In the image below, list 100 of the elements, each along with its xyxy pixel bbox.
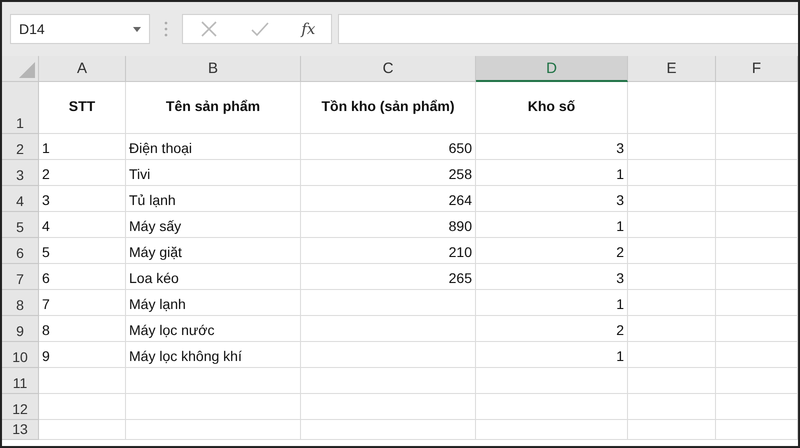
table-cell[interactable]: 4	[39, 212, 126, 238]
cancel-icon[interactable]	[198, 19, 219, 39]
name-box[interactable]: D14	[10, 14, 150, 44]
table-cell[interactable]: 2	[476, 238, 628, 264]
table-cell[interactable]: Máy lọc không khí	[126, 342, 301, 368]
column-header[interactable]: D	[476, 56, 628, 82]
row-header[interactable]: 2	[2, 134, 39, 160]
table-cell[interactable]: 265	[301, 264, 476, 290]
row-header[interactable]: 1	[2, 82, 39, 134]
table-cell[interactable]	[301, 420, 476, 440]
select-all-button[interactable]	[2, 56, 39, 82]
table-cell[interactable]	[716, 82, 798, 134]
table-cell[interactable]: 1	[476, 290, 628, 316]
table-cell[interactable]	[628, 212, 716, 238]
table-cell[interactable]	[716, 316, 798, 342]
table-cell[interactable]	[716, 420, 798, 440]
row-header[interactable]: 8	[2, 290, 39, 316]
table-cell[interactable]: Máy giặt	[126, 238, 301, 264]
row-header[interactable]: 12	[2, 394, 39, 420]
table-cell[interactable]	[716, 394, 798, 420]
table-cell[interactable]	[39, 368, 126, 394]
drag-handle-icon[interactable]	[164, 21, 168, 37]
table-cell[interactable]	[716, 160, 798, 186]
table-cell[interactable]	[716, 368, 798, 394]
formula-input[interactable]	[338, 14, 798, 44]
table-cell[interactable]	[628, 394, 716, 420]
table-cell[interactable]	[716, 264, 798, 290]
table-cell[interactable]: Kho số	[476, 82, 628, 134]
table-cell[interactable]	[126, 394, 301, 420]
table-cell[interactable]: 8	[39, 316, 126, 342]
table-cell[interactable]: Điện thoại	[126, 134, 301, 160]
table-cell[interactable]: 2	[476, 316, 628, 342]
table-cell[interactable]	[628, 160, 716, 186]
table-cell[interactable]: Máy lọc nước	[126, 316, 301, 342]
row-header[interactable]: 10	[2, 342, 39, 368]
row-header[interactable]: 11	[2, 368, 39, 394]
table-cell[interactable]: 258	[301, 160, 476, 186]
table-cell[interactable]	[628, 342, 716, 368]
table-cell[interactable]: 3	[476, 186, 628, 212]
table-cell[interactable]: 3	[476, 134, 628, 160]
table-cell[interactable]: 210	[301, 238, 476, 264]
table-cell[interactable]: 1	[476, 160, 628, 186]
column-header[interactable]: E	[628, 56, 716, 82]
table-cell[interactable]	[716, 290, 798, 316]
table-cell[interactable]: 1	[476, 342, 628, 368]
column-header[interactable]: A	[39, 56, 126, 82]
table-cell[interactable]: 5	[39, 238, 126, 264]
table-cell[interactable]	[476, 420, 628, 440]
table-cell[interactable]: 1	[39, 134, 126, 160]
table-cell[interactable]	[628, 186, 716, 212]
table-cell[interactable]	[476, 368, 628, 394]
table-cell[interactable]	[301, 394, 476, 420]
table-cell[interactable]	[301, 368, 476, 394]
table-cell[interactable]	[301, 290, 476, 316]
table-cell[interactable]: Máy sấy	[126, 212, 301, 238]
column-header[interactable]: F	[716, 56, 798, 82]
table-cell[interactable]	[126, 368, 301, 394]
table-cell[interactable]	[301, 316, 476, 342]
table-cell[interactable]	[716, 186, 798, 212]
table-cell[interactable]	[716, 212, 798, 238]
table-cell[interactable]	[716, 238, 798, 264]
table-cell[interactable]	[39, 394, 126, 420]
row-header[interactable]: 4	[2, 186, 39, 212]
table-cell[interactable]: Máy lạnh	[126, 290, 301, 316]
table-cell[interactable]: 650	[301, 134, 476, 160]
table-cell[interactable]: Tivi	[126, 160, 301, 186]
column-header[interactable]: C	[301, 56, 476, 82]
table-cell[interactable]	[628, 290, 716, 316]
table-cell[interactable]	[628, 238, 716, 264]
table-cell[interactable]	[126, 420, 301, 440]
table-cell[interactable]	[628, 264, 716, 290]
table-cell[interactable]: Tên sản phẩm	[126, 82, 301, 134]
table-cell[interactable]	[628, 134, 716, 160]
table-cell[interactable]	[628, 420, 716, 440]
table-cell[interactable]	[628, 316, 716, 342]
table-cell[interactable]: 890	[301, 212, 476, 238]
row-header[interactable]: 13	[2, 420, 39, 440]
table-cell[interactable]: 9	[39, 342, 126, 368]
column-header[interactable]: B	[126, 56, 301, 82]
row-header[interactable]: 7	[2, 264, 39, 290]
table-cell[interactable]	[476, 394, 628, 420]
table-cell[interactable]: 6	[39, 264, 126, 290]
row-header[interactable]: 5	[2, 212, 39, 238]
table-cell[interactable]	[301, 342, 476, 368]
row-header[interactable]: 9	[2, 316, 39, 342]
table-cell[interactable]	[716, 342, 798, 368]
table-cell[interactable]: Loa kéo	[126, 264, 301, 290]
table-cell[interactable]: 3	[476, 264, 628, 290]
row-header[interactable]: 6	[2, 238, 39, 264]
table-cell[interactable]: STT	[39, 82, 126, 134]
table-cell[interactable]: 3	[39, 186, 126, 212]
row-header[interactable]: 3	[2, 160, 39, 186]
table-cell[interactable]: Tồn kho (sản phẩm)	[301, 82, 476, 134]
table-cell[interactable]: 1	[476, 212, 628, 238]
table-cell[interactable]	[628, 82, 716, 134]
table-cell[interactable]: 264	[301, 186, 476, 212]
table-cell[interactable]	[716, 134, 798, 160]
table-cell[interactable]	[628, 368, 716, 394]
caret-icon[interactable]	[133, 26, 141, 32]
table-cell[interactable]: 7	[39, 290, 126, 316]
